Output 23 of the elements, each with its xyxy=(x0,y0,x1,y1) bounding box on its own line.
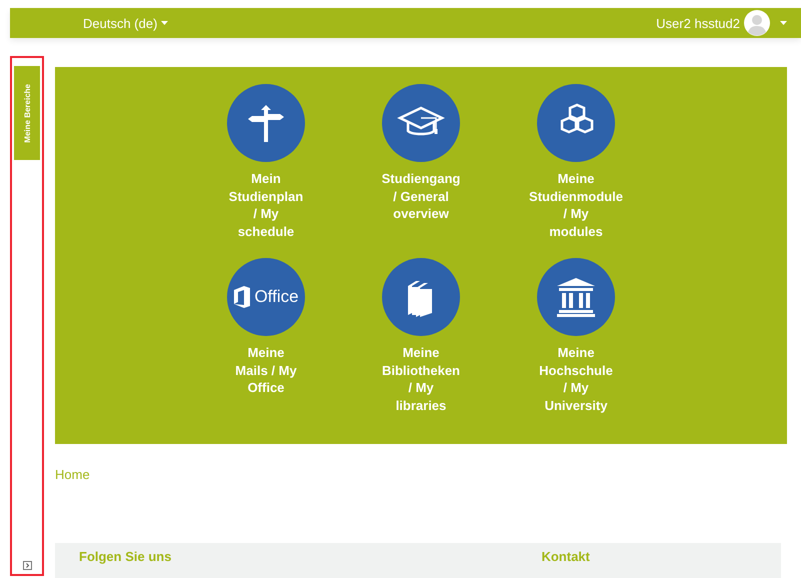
books-icon xyxy=(382,258,460,336)
tile-link[interactable]: Meine Studienmodule / My modules xyxy=(498,84,654,258)
graduation-cap-icon xyxy=(382,84,460,162)
user-name[interactable]: User2 hsstud2 xyxy=(656,16,740,30)
tile-link[interactable]: Meine Bibliotheken / My libraries xyxy=(344,258,498,432)
user-menu-caret-icon[interactable] xyxy=(780,21,787,25)
signpost-icon xyxy=(227,84,305,162)
sidebar-tab[interactable]: Meine Bereiche xyxy=(14,66,40,160)
caret-icon xyxy=(161,21,168,25)
cubes-icon xyxy=(537,84,615,162)
logo-text: Office xyxy=(254,288,299,306)
language-menu[interactable]: Deutsch (de) xyxy=(83,16,168,30)
office-logo-icon xyxy=(233,286,252,308)
tile-link[interactable]: Office Meine Mails / My Office xyxy=(188,258,344,432)
expand-icon[interactable] xyxy=(23,561,32,570)
tile-link[interactable]: Studiengang / General overview xyxy=(344,84,498,258)
tile-link[interactable]: Mein Studienplan / My schedule xyxy=(188,84,344,258)
tile-link[interactable]: Meine Hochschule / My University xyxy=(498,258,654,432)
footer-heading: Kontakt xyxy=(541,549,590,566)
building-icon xyxy=(537,258,615,336)
avatar-icon[interactable] xyxy=(744,10,770,36)
breadcrumb-link[interactable]: Home xyxy=(55,467,90,482)
footer-heading: Folgen Sie uns xyxy=(79,549,172,566)
